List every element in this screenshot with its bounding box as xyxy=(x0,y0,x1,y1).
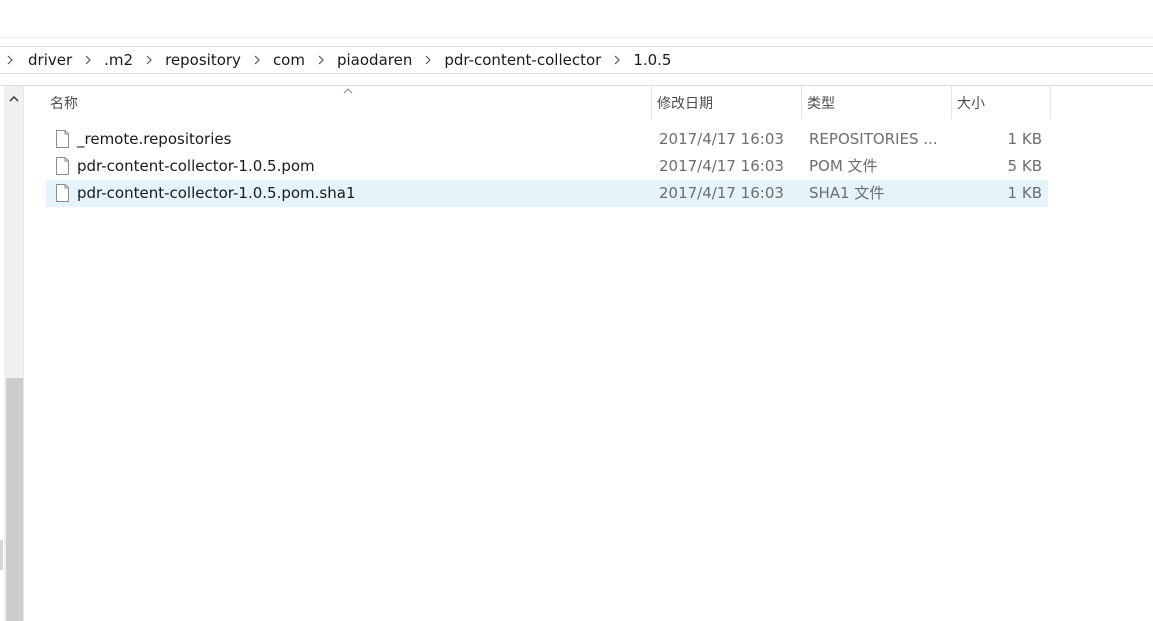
chevron-right-icon[interactable] xyxy=(82,53,94,67)
column-header-name-label: 名称 xyxy=(50,95,78,112)
file-row-selected[interactable]: pdr-content-collector-1.0.5.pom.sha1 201… xyxy=(46,180,1048,207)
file-list: _remote.repositories 2017/4/17 16:03 REP… xyxy=(46,126,1048,207)
file-type: POM 文件 xyxy=(809,157,878,175)
file-name[interactable]: pdr-content-collector-1.0.5.pom.sha1 xyxy=(77,180,356,207)
file-size: 1 KB xyxy=(1007,184,1042,202)
breadcrumb-item-piaodaren[interactable]: piaodaren xyxy=(333,51,416,69)
file-date: 2017/4/17 16:03 xyxy=(659,184,784,202)
file-size: 1 KB xyxy=(1007,130,1042,148)
breadcrumb-item-pdr-content-collector[interactable]: pdr-content-collector xyxy=(440,51,605,69)
column-header-date-label: 修改日期 xyxy=(657,95,713,112)
column-header-date[interactable]: 修改日期 xyxy=(651,86,801,119)
breadcrumb-item-version[interactable]: 1.0.5 xyxy=(629,51,675,69)
breadcrumb-item-m2[interactable]: .m2 xyxy=(100,51,137,69)
breadcrumb-item-com[interactable]: com xyxy=(269,51,309,69)
file-explorer-window: driver .m2 repository com piaodaren pdr-… xyxy=(0,0,1153,621)
column-header-type[interactable]: 类型 xyxy=(801,86,951,119)
file-date: 2017/4/17 16:03 xyxy=(659,157,784,175)
file-date: 2017/4/17 16:03 xyxy=(659,130,784,148)
file-icon xyxy=(56,157,69,175)
top-divider xyxy=(0,37,1153,38)
chevron-right-icon[interactable] xyxy=(143,53,155,67)
scrollbar-thumb[interactable] xyxy=(6,378,23,621)
column-header-size[interactable]: 大小 xyxy=(951,86,1051,119)
chevron-right-icon[interactable] xyxy=(251,53,263,67)
file-name[interactable]: _remote.repositories xyxy=(77,126,231,153)
file-type: REPOSITORIES ... xyxy=(809,130,938,148)
chevron-right-icon[interactable] xyxy=(611,53,623,67)
breadcrumb[interactable]: driver .m2 repository com piaodaren pdr-… xyxy=(0,47,1153,74)
vertical-scrollbar[interactable] xyxy=(4,86,24,621)
chevron-up-icon[interactable] xyxy=(4,88,23,108)
file-name[interactable]: pdr-content-collector-1.0.5.pom xyxy=(77,153,315,180)
chevron-right-icon[interactable] xyxy=(315,53,327,67)
file-row[interactable]: pdr-content-collector-1.0.5.pom 2017/4/1… xyxy=(46,153,1048,180)
breadcrumb-item-repository[interactable]: repository xyxy=(161,51,245,69)
column-header-type-label: 类型 xyxy=(807,95,835,112)
column-headers: 名称 修改日期 类型 大小 xyxy=(45,86,1055,119)
chevron-right-icon[interactable] xyxy=(4,53,16,67)
column-header-size-label: 大小 xyxy=(957,95,985,112)
file-icon xyxy=(56,130,69,148)
file-size: 5 KB xyxy=(1007,157,1042,175)
chevron-up-icon xyxy=(343,88,353,94)
left-edge-marker xyxy=(0,540,3,570)
file-row[interactable]: _remote.repositories 2017/4/17 16:03 REP… xyxy=(46,126,1048,153)
file-type: SHA1 文件 xyxy=(809,184,885,202)
chevron-right-icon[interactable] xyxy=(422,53,434,67)
file-icon xyxy=(56,184,69,202)
breadcrumb-item-driver[interactable]: driver xyxy=(24,51,76,69)
